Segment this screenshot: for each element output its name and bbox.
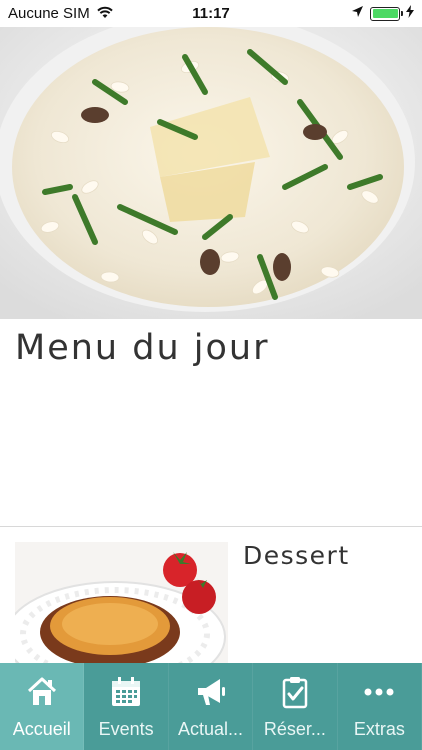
tab-label: Events	[98, 719, 154, 739]
location-arrow-icon	[351, 5, 364, 22]
tab-label: Accueil	[12, 719, 71, 739]
status-left: Aucune SIM	[8, 5, 114, 23]
dessert-thumbnail	[15, 542, 228, 667]
more-icon	[362, 675, 396, 709]
menu-item-dessert[interactable]: Dessert	[0, 527, 422, 667]
creme-brulee-image	[15, 542, 228, 667]
risotto-dish-image	[0, 27, 422, 319]
status-bar: Aucune SIM 11:17	[0, 0, 422, 27]
megaphone-icon	[194, 675, 228, 709]
status-right	[351, 5, 414, 22]
wifi-icon	[96, 5, 114, 23]
tab-accueil[interactable]: Accueil	[0, 663, 85, 750]
carrier-label: Aucune SIM	[8, 5, 90, 22]
tab-events[interactable]: Events	[84, 663, 169, 750]
page-title: Menu du jour	[15, 328, 270, 368]
hero-image	[0, 27, 422, 319]
clipboard-check-icon	[278, 675, 312, 709]
tab-label: Réser...	[263, 719, 326, 739]
menu-item-label: Dessert	[243, 541, 350, 570]
charging-bolt-icon	[406, 5, 414, 22]
tab-extras[interactable]: Extras	[338, 663, 422, 750]
calendar-icon	[109, 675, 143, 709]
tab-label: Actual...	[178, 719, 244, 739]
tab-label: Extras	[353, 719, 405, 739]
tab-reservation[interactable]: Réser...	[253, 663, 338, 750]
home-icon	[25, 675, 59, 709]
tab-bar: Accueil Events Actual... Réser... Extras	[0, 663, 422, 750]
battery-icon	[370, 6, 403, 21]
tab-actualites[interactable]: Actual...	[169, 663, 254, 750]
